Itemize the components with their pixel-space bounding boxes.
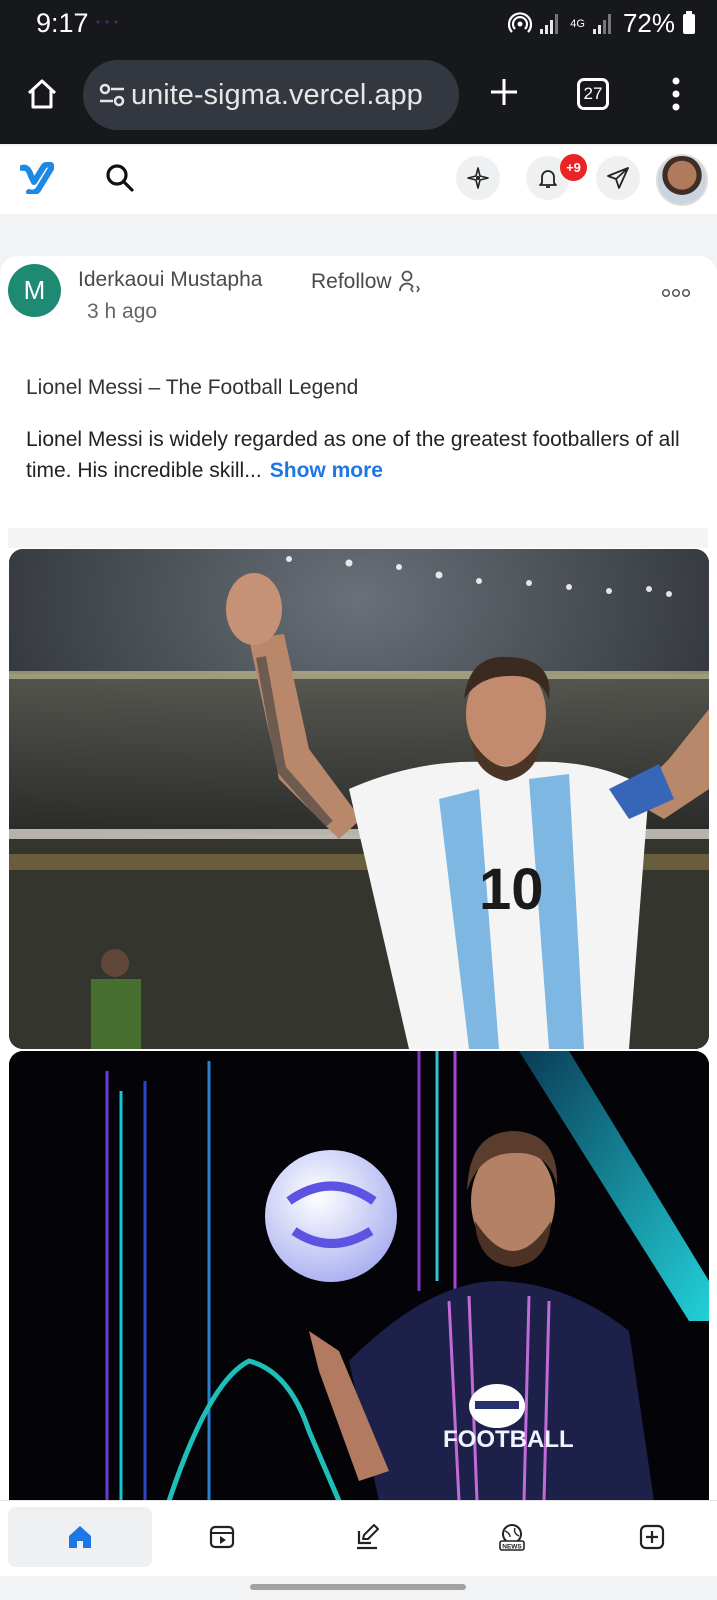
- status-bar: 9:17 4G 72%: [0, 0, 717, 48]
- post-body: Lionel Messi is widely regarded as one o…: [26, 424, 686, 486]
- notification-badge: +9: [560, 154, 587, 181]
- author-name[interactable]: Iderkaoui Mustapha: [78, 268, 262, 292]
- battery-icon: [683, 10, 695, 34]
- post-image-2[interactable]: FOOTBALL: [9, 1051, 709, 1501]
- address-bar[interactable]: unite-sigma.vercel.app: [83, 60, 459, 130]
- system-home-indicator[interactable]: [250, 1584, 466, 1590]
- nav-add-post[interactable]: [580, 1507, 717, 1567]
- signal-icon: [540, 13, 562, 34]
- hotspot-icon: [508, 11, 533, 33]
- bell-icon: [539, 170, 557, 188]
- search-icon[interactable]: [104, 162, 136, 194]
- add-post-icon: [639, 1524, 665, 1550]
- send-icon: [607, 167, 629, 189]
- efootball-promo-art: FOOTBALL: [9, 1051, 709, 1501]
- reels-icon: [209, 1525, 235, 1549]
- profile-avatar[interactable]: [656, 154, 708, 206]
- new-tab-icon[interactable]: [488, 76, 520, 108]
- status-time: 9:17: [36, 8, 89, 38]
- post-image-1[interactable]: 10: [9, 549, 709, 1049]
- edit-icon: [357, 1524, 379, 1550]
- notification-dots-icon: [96, 20, 118, 24]
- nav-news[interactable]: NEWS: [440, 1507, 584, 1567]
- browser-toolbar: unite-sigma.vercel.app 27: [0, 48, 717, 144]
- user-follow-icon: [398, 270, 420, 293]
- more-options-icon[interactable]: [662, 288, 690, 298]
- nav-write[interactable]: [295, 1507, 439, 1567]
- refollow-label: Refollow: [311, 270, 392, 293]
- post-title: Lionel Messi – The Football Legend: [26, 376, 359, 399]
- home-icon: [69, 1526, 91, 1548]
- post-time: 3 h ago: [87, 300, 158, 323]
- post-card: M Iderkaoui Mustapha Refollow 3 h ago Li…: [0, 256, 717, 1502]
- nav-home[interactable]: [8, 1507, 152, 1567]
- messages-button[interactable]: [596, 156, 640, 200]
- author-avatar[interactable]: M: [8, 264, 61, 317]
- battery-percent: 72%: [622, 8, 675, 38]
- refollow-button[interactable]: Refollow: [311, 270, 420, 294]
- tab-switcher-button[interactable]: 27: [577, 78, 609, 110]
- site-settings-icon[interactable]: [97, 80, 127, 110]
- home-icon[interactable]: [24, 76, 60, 112]
- content-divider: [8, 528, 708, 548]
- nav-reels[interactable]: [150, 1507, 294, 1567]
- app-header: +9: [0, 146, 717, 214]
- signal-icon-2: [592, 13, 615, 34]
- efootball-logo-text: FOOTBALL: [443, 1426, 574, 1453]
- news-label: NEWS: [502, 1544, 522, 1551]
- news-icon: NEWS: [499, 1524, 525, 1551]
- svg-text:10: 10: [479, 857, 544, 922]
- app-logo-icon[interactable]: [20, 162, 54, 194]
- network-type: 4G: [570, 17, 585, 30]
- stadium-photo: 10: [9, 549, 709, 1049]
- explore-button[interactable]: [456, 156, 500, 200]
- browser-menu-icon[interactable]: [664, 76, 688, 112]
- compass-icon: [467, 167, 489, 189]
- show-more-link[interactable]: Show more: [270, 459, 383, 482]
- bottom-navigation: NEWS: [0, 1500, 717, 1576]
- url-text: unite-sigma.vercel.app: [131, 78, 423, 111]
